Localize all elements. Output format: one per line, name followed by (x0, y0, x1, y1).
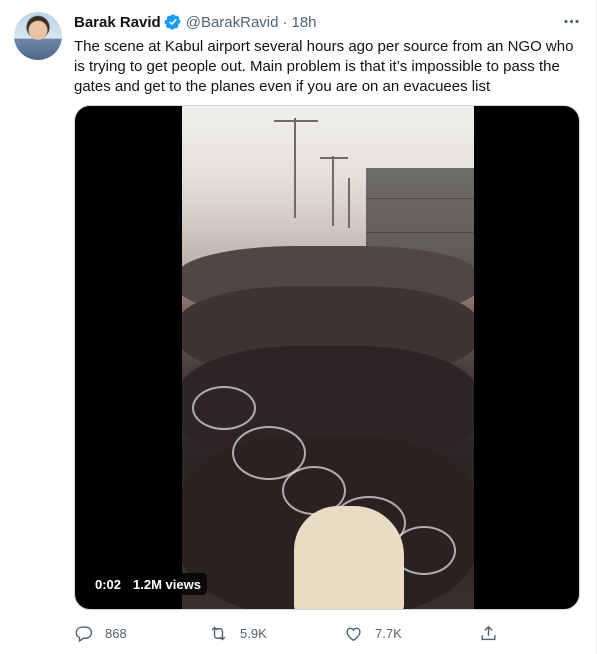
tweet-card[interactable]: Barak Ravid @BarakRavid · 18h The scene … (0, 0, 597, 654)
retweet-icon (211, 626, 226, 640)
avatar[interactable] (14, 12, 62, 60)
razor-wire (192, 386, 256, 430)
reply-count: 868 (105, 625, 127, 641)
like-button[interactable]: 7.7K (344, 624, 479, 643)
more-icon[interactable] (560, 10, 582, 32)
author-name[interactable]: Barak Ravid (74, 14, 161, 31)
video-player[interactable]: 0:02 1.2M views (74, 105, 580, 610)
light-pole (348, 178, 350, 228)
verified-badge-icon (164, 14, 181, 30)
wall-line (366, 198, 474, 199)
light-pole (332, 156, 334, 226)
share-icon (481, 625, 496, 640)
share-button[interactable] (479, 624, 498, 643)
author-handle[interactable]: @BarakRavid (186, 14, 279, 31)
separator-dot: · (282, 13, 288, 31)
like-count: 7.7K (375, 625, 402, 641)
wall-line (366, 232, 474, 233)
tweet-timestamp[interactable]: 18h (291, 14, 316, 31)
reply-button[interactable]: 868 (74, 624, 209, 643)
video-views: 1.2M views (133, 576, 201, 592)
tweet-actions: 868 5.9K 7.7K (74, 622, 514, 644)
person-foreground (294, 506, 404, 609)
tweet-text: The scene at Kabul airport several hours… (74, 38, 574, 95)
video-timecode: 0:02 1.2M views (89, 573, 207, 595)
like-icon (346, 627, 361, 641)
retweet-count: 5.9K (240, 625, 267, 641)
tweet-header: Barak Ravid @BarakRavid · 18h (74, 12, 317, 32)
video-frame[interactable] (182, 106, 474, 609)
light-pole-arm (320, 157, 348, 159)
retweet-button[interactable]: 5.9K (209, 624, 344, 643)
light-pole (294, 118, 296, 218)
video-time: 0:02 (95, 576, 122, 592)
reply-icon (75, 625, 93, 642)
light-pole-arm (274, 120, 318, 122)
